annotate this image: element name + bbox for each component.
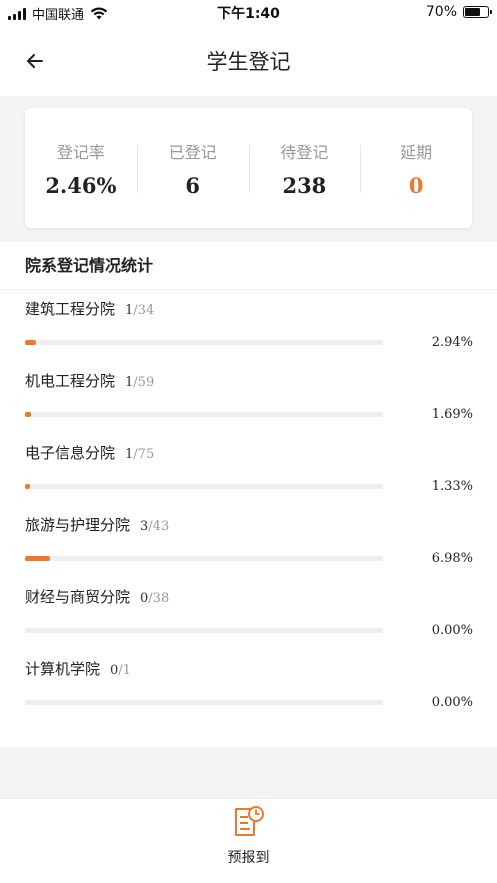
stat-value: 2.46% — [45, 172, 117, 198]
department-count: 1/75 — [125, 447, 155, 462]
section-title: 院系登记情况统计 — [0, 242, 497, 290]
stat-pending: 待登记 238 — [248, 139, 361, 198]
stat-registration-rate: 登记率 2.46% — [25, 139, 137, 198]
tab-label: 预报到 — [227, 850, 270, 866]
stat-label: 延期 — [400, 142, 433, 162]
department-item[interactable]: 建筑工程分院 1/34 2.94% — [0, 290, 497, 362]
progress-track — [25, 628, 383, 633]
progress-fill — [25, 556, 50, 561]
stat-label: 登记率 — [56, 142, 105, 162]
document-clock-icon — [234, 806, 264, 836]
department-count: 0/1 — [110, 663, 131, 678]
stat-value: 6 — [185, 172, 200, 198]
progress-track — [25, 556, 383, 561]
progress-track — [25, 700, 383, 705]
stat-label: 已登记 — [168, 142, 217, 162]
department-item[interactable]: 财经与商贸分院 0/38 0.00% — [0, 578, 497, 650]
summary-area: 登记率 2.46% 已登记 6 待登记 238 延期 0 — [0, 96, 497, 242]
stat-value: 0 — [408, 172, 424, 198]
department-name: 电子信息分院 — [25, 444, 116, 462]
department-count: 0/38 — [140, 591, 170, 606]
department-count: 1/59 — [125, 375, 155, 390]
department-item[interactable]: 旅游与护理分院 3/43 6.98% — [0, 506, 497, 578]
page-title: 学生登记 — [206, 50, 291, 74]
stat-delayed: 延期 0 — [360, 139, 472, 198]
department-percent: 1.33% — [431, 479, 473, 494]
department-count: 3/43 — [140, 519, 170, 534]
department-stats-section: 院系登记情况统计 建筑工程分院 1/34 2.94% 机电工程分院 1/59 1… — [0, 242, 497, 747]
department-item[interactable]: 计算机学院 0/1 0.00% — [0, 650, 497, 722]
battery-percent: 70% — [425, 4, 457, 20]
department-list: 建筑工程分院 1/34 2.94% 机电工程分院 1/59 1.69% 电子信息… — [0, 290, 497, 722]
department-percent: 2.94% — [431, 335, 473, 350]
department-item[interactable]: 电子信息分院 1/75 1.33% — [0, 434, 497, 506]
department-name: 机电工程分院 — [25, 372, 116, 390]
status-bar: 中国联通 下午1:40 70% — [0, 0, 497, 24]
department-name: 财经与商贸分院 — [25, 588, 131, 606]
progress-fill — [25, 340, 36, 345]
department-name: 计算机学院 — [25, 660, 101, 678]
department-name: 旅游与护理分院 — [25, 516, 131, 534]
progress-fill — [25, 412, 32, 417]
progress-fill — [25, 484, 30, 489]
department-percent: 0.00% — [431, 623, 473, 638]
department-percent: 6.98% — [431, 551, 473, 566]
department-item[interactable]: 机电工程分院 1/59 1.69% — [0, 362, 497, 434]
tab-pre-registration[interactable]: 预报到 — [0, 805, 497, 867]
status-time: 下午1:40 — [217, 6, 280, 22]
stat-value: 238 — [282, 172, 327, 198]
progress-track — [25, 340, 383, 345]
nav-bar: 学生登记 — [0, 24, 497, 96]
department-count: 1/34 — [125, 303, 155, 318]
stat-registered: 已登记 6 — [136, 139, 249, 198]
summary-card: 登记率 2.46% 已登记 6 待登记 238 延期 0 — [25, 108, 472, 228]
stat-label: 待登记 — [280, 142, 329, 162]
department-percent: 1.69% — [431, 407, 473, 422]
bottom-tab-bar: 预报到 — [0, 798, 497, 883]
battery-icon — [463, 6, 492, 18]
progress-track — [25, 412, 383, 417]
progress-track — [25, 484, 383, 489]
department-percent: 0.00% — [431, 695, 473, 710]
department-name: 建筑工程分院 — [25, 300, 116, 318]
